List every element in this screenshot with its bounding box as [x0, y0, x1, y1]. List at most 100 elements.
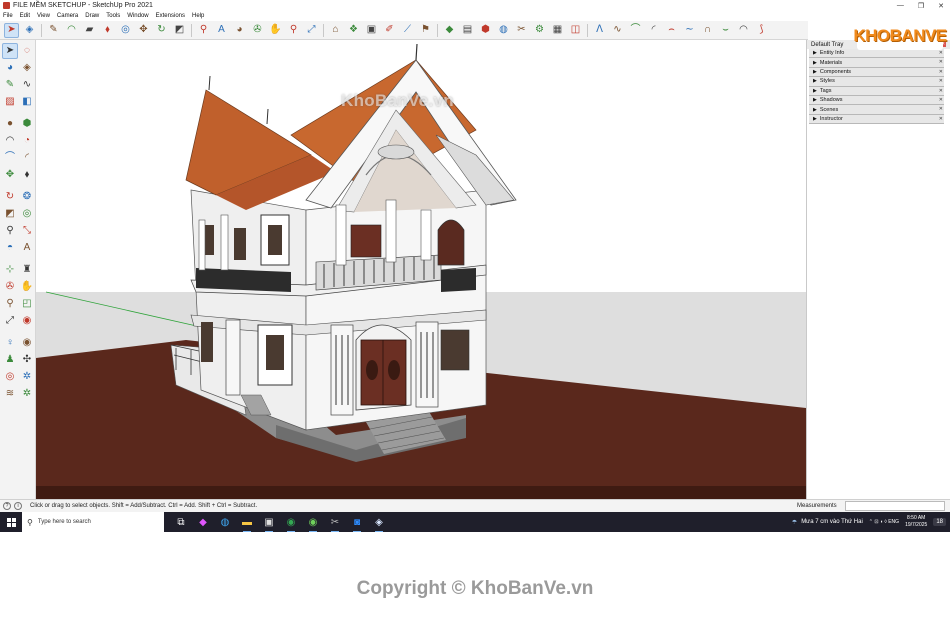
menu-window[interactable]: Window: [127, 13, 148, 19]
protractor-icon[interactable]: ◓: [2, 240, 18, 256]
menu-help[interactable]: Help: [192, 13, 204, 19]
pie-icon[interactable]: ◔: [19, 133, 35, 149]
select-icon[interactable]: ➤: [2, 43, 18, 59]
expand-arrow-icon[interactable]: ▶: [813, 69, 817, 75]
curve-2-icon[interactable]: ∿: [610, 23, 625, 38]
curve-3-icon[interactable]: ⌒: [628, 23, 643, 38]
text-icon[interactable]: A: [19, 240, 35, 256]
clock[interactable]: 8:50 AM 19/7/2025: [905, 515, 927, 529]
file-explorer-icon[interactable]: ▬: [240, 515, 254, 532]
freehand-icon[interactable]: ∿: [19, 77, 35, 93]
expand-arrow-icon[interactable]: ▶: [813, 60, 817, 66]
pan-icon[interactable]: ✋: [19, 279, 35, 295]
start-button[interactable]: [0, 512, 22, 532]
extension-icon[interactable]: ✲: [19, 369, 35, 385]
system-icons[interactable]: ⌃ ⊡ ◖ ◊ ENG: [869, 519, 899, 525]
curve-1-icon[interactable]: ᐱ: [592, 23, 607, 38]
warehouse-icon[interactable]: ◎: [2, 369, 18, 385]
extension-warehouse-icon[interactable]: ❖: [346, 23, 361, 38]
sandbox-icon[interactable]: ✐: [382, 23, 397, 38]
line-icon[interactable]: ✎: [46, 23, 61, 38]
pan-icon[interactable]: ✋: [268, 23, 283, 38]
panel-close-icon[interactable]: ✕: [939, 78, 943, 84]
chrome-icon[interactable]: ◉: [284, 515, 298, 532]
layout-icon[interactable]: ▣: [364, 23, 379, 38]
zoom-window-icon[interactable]: ◰: [19, 296, 35, 312]
zalo-icon[interactable]: ◙: [350, 515, 364, 532]
circle-icon[interactable]: ●: [2, 116, 18, 132]
curve-9-icon[interactable]: ◠: [736, 23, 751, 38]
follow-me-icon[interactable]: ❂: [19, 189, 35, 205]
tape-measure-icon[interactable]: ⚲: [196, 23, 211, 38]
expand-arrow-icon[interactable]: ▶: [813, 97, 817, 103]
push-pull-icon[interactable]: ⬧: [19, 167, 35, 183]
materials-icon[interactable]: ◍: [496, 23, 511, 38]
follow-me-icon[interactable]: ⟋: [400, 23, 415, 38]
zoom-extents-icon[interactable]: ⤢: [2, 313, 18, 329]
styles-icon[interactable]: ▤: [460, 23, 475, 38]
tray-panel-entity-info[interactable]: ▶ Entity Info ✕: [809, 49, 944, 59]
rotated-rectangle-icon[interactable]: ◧: [19, 94, 35, 110]
warehouse-icon[interactable]: ⌂: [328, 23, 343, 38]
zoom-icon[interactable]: ⚲: [286, 23, 301, 38]
push-pull-icon[interactable]: ⬧: [100, 23, 115, 38]
axes-icon[interactable]: ⊹: [2, 262, 18, 278]
dimension-icon[interactable]: ⤡: [19, 223, 35, 239]
menu-edit[interactable]: Edit: [20, 13, 30, 19]
eraser-icon[interactable]: ◈: [22, 23, 37, 38]
paint-icon[interactable]: ◕: [2, 60, 18, 76]
panel-close-icon[interactable]: ✕: [939, 69, 943, 75]
panel-close-icon[interactable]: ✕: [939, 59, 943, 65]
panel-close-icon[interactable]: ✕: [939, 116, 943, 122]
expand-arrow-icon[interactable]: ▶: [813, 78, 817, 84]
move-icon[interactable]: ✥: [136, 23, 151, 38]
weather-widget[interactable]: ☂ Mưa 7 cm vào Thứ Hai: [792, 519, 863, 526]
outliner-icon[interactable]: ▦: [550, 23, 565, 38]
app-icon[interactable]: ✂: [328, 515, 342, 532]
copilot-icon[interactable]: ◆: [196, 515, 210, 529]
expand-arrow-icon[interactable]: ▶: [813, 50, 817, 56]
tray-panel-tags[interactable]: ▶ Tags ✕: [809, 86, 944, 96]
sketchup-icon[interactable]: ◈: [372, 515, 386, 532]
edge-icon[interactable]: ◍: [218, 515, 232, 529]
offset-icon[interactable]: ◎: [19, 206, 35, 222]
curve-10-icon[interactable]: ⟆: [754, 23, 769, 38]
scale-icon[interactable]: ◩: [2, 206, 18, 222]
tape-measure-icon[interactable]: ⚲: [2, 223, 18, 239]
rotate-icon[interactable]: ↻: [2, 189, 18, 205]
camera-icon[interactable]: ◆: [442, 23, 457, 38]
text-icon[interactable]: A: [214, 23, 229, 38]
line-icon[interactable]: ✎: [2, 77, 18, 93]
shape-icon[interactable]: ▰: [82, 23, 97, 38]
notification-badge[interactable]: 18: [933, 518, 946, 526]
panel-close-icon[interactable]: ✕: [939, 106, 943, 112]
eraser-icon[interactable]: ◈: [19, 60, 35, 76]
tray-panel-styles[interactable]: ▶ Styles ✕: [809, 77, 944, 87]
tray-panel-instructor[interactable]: ▶ Instructor ✕: [809, 114, 944, 125]
two-point-arc-icon[interactable]: ◜: [19, 150, 35, 166]
expand-arrow-icon[interactable]: ▶: [813, 107, 817, 113]
minimize-button[interactable]: —: [897, 2, 904, 9]
scale-icon[interactable]: ◩: [172, 23, 187, 38]
curve-6-icon[interactable]: ∼: [682, 23, 697, 38]
expand-arrow-icon[interactable]: ▶: [813, 116, 817, 122]
orbit-icon[interactable]: ✇: [2, 279, 18, 295]
three-point-arc-icon[interactable]: ⌒: [2, 150, 18, 166]
paint-bucket-icon[interactable]: ◕: [232, 23, 247, 38]
tags-icon[interactable]: ◫: [568, 23, 583, 38]
menu-tools[interactable]: Tools: [106, 13, 120, 19]
rectangle-icon[interactable]: ▨: [2, 94, 18, 110]
tray-panel-scenes[interactable]: ▶ Scenes ✕: [809, 105, 944, 115]
store-icon[interactable]: ▣: [262, 515, 276, 532]
curve-5-icon[interactable]: ⌢: [664, 23, 679, 38]
help-icon[interactable]: ?: [3, 502, 11, 510]
menu-extensions[interactable]: Extensions: [156, 13, 185, 19]
offset-icon[interactable]: ◎: [118, 23, 133, 38]
tray-panel-shadows[interactable]: ▶ Shadows ✕: [809, 95, 944, 106]
3d-text-icon[interactable]: ♜: [19, 262, 35, 278]
section-plane-icon[interactable]: ✣: [19, 352, 35, 368]
curve-7-icon[interactable]: ∩: [700, 23, 715, 38]
rotate-icon[interactable]: ↻: [154, 23, 169, 38]
zoom-icon[interactable]: ⚲: [2, 296, 18, 312]
orbit-icon[interactable]: ✇: [250, 23, 265, 38]
